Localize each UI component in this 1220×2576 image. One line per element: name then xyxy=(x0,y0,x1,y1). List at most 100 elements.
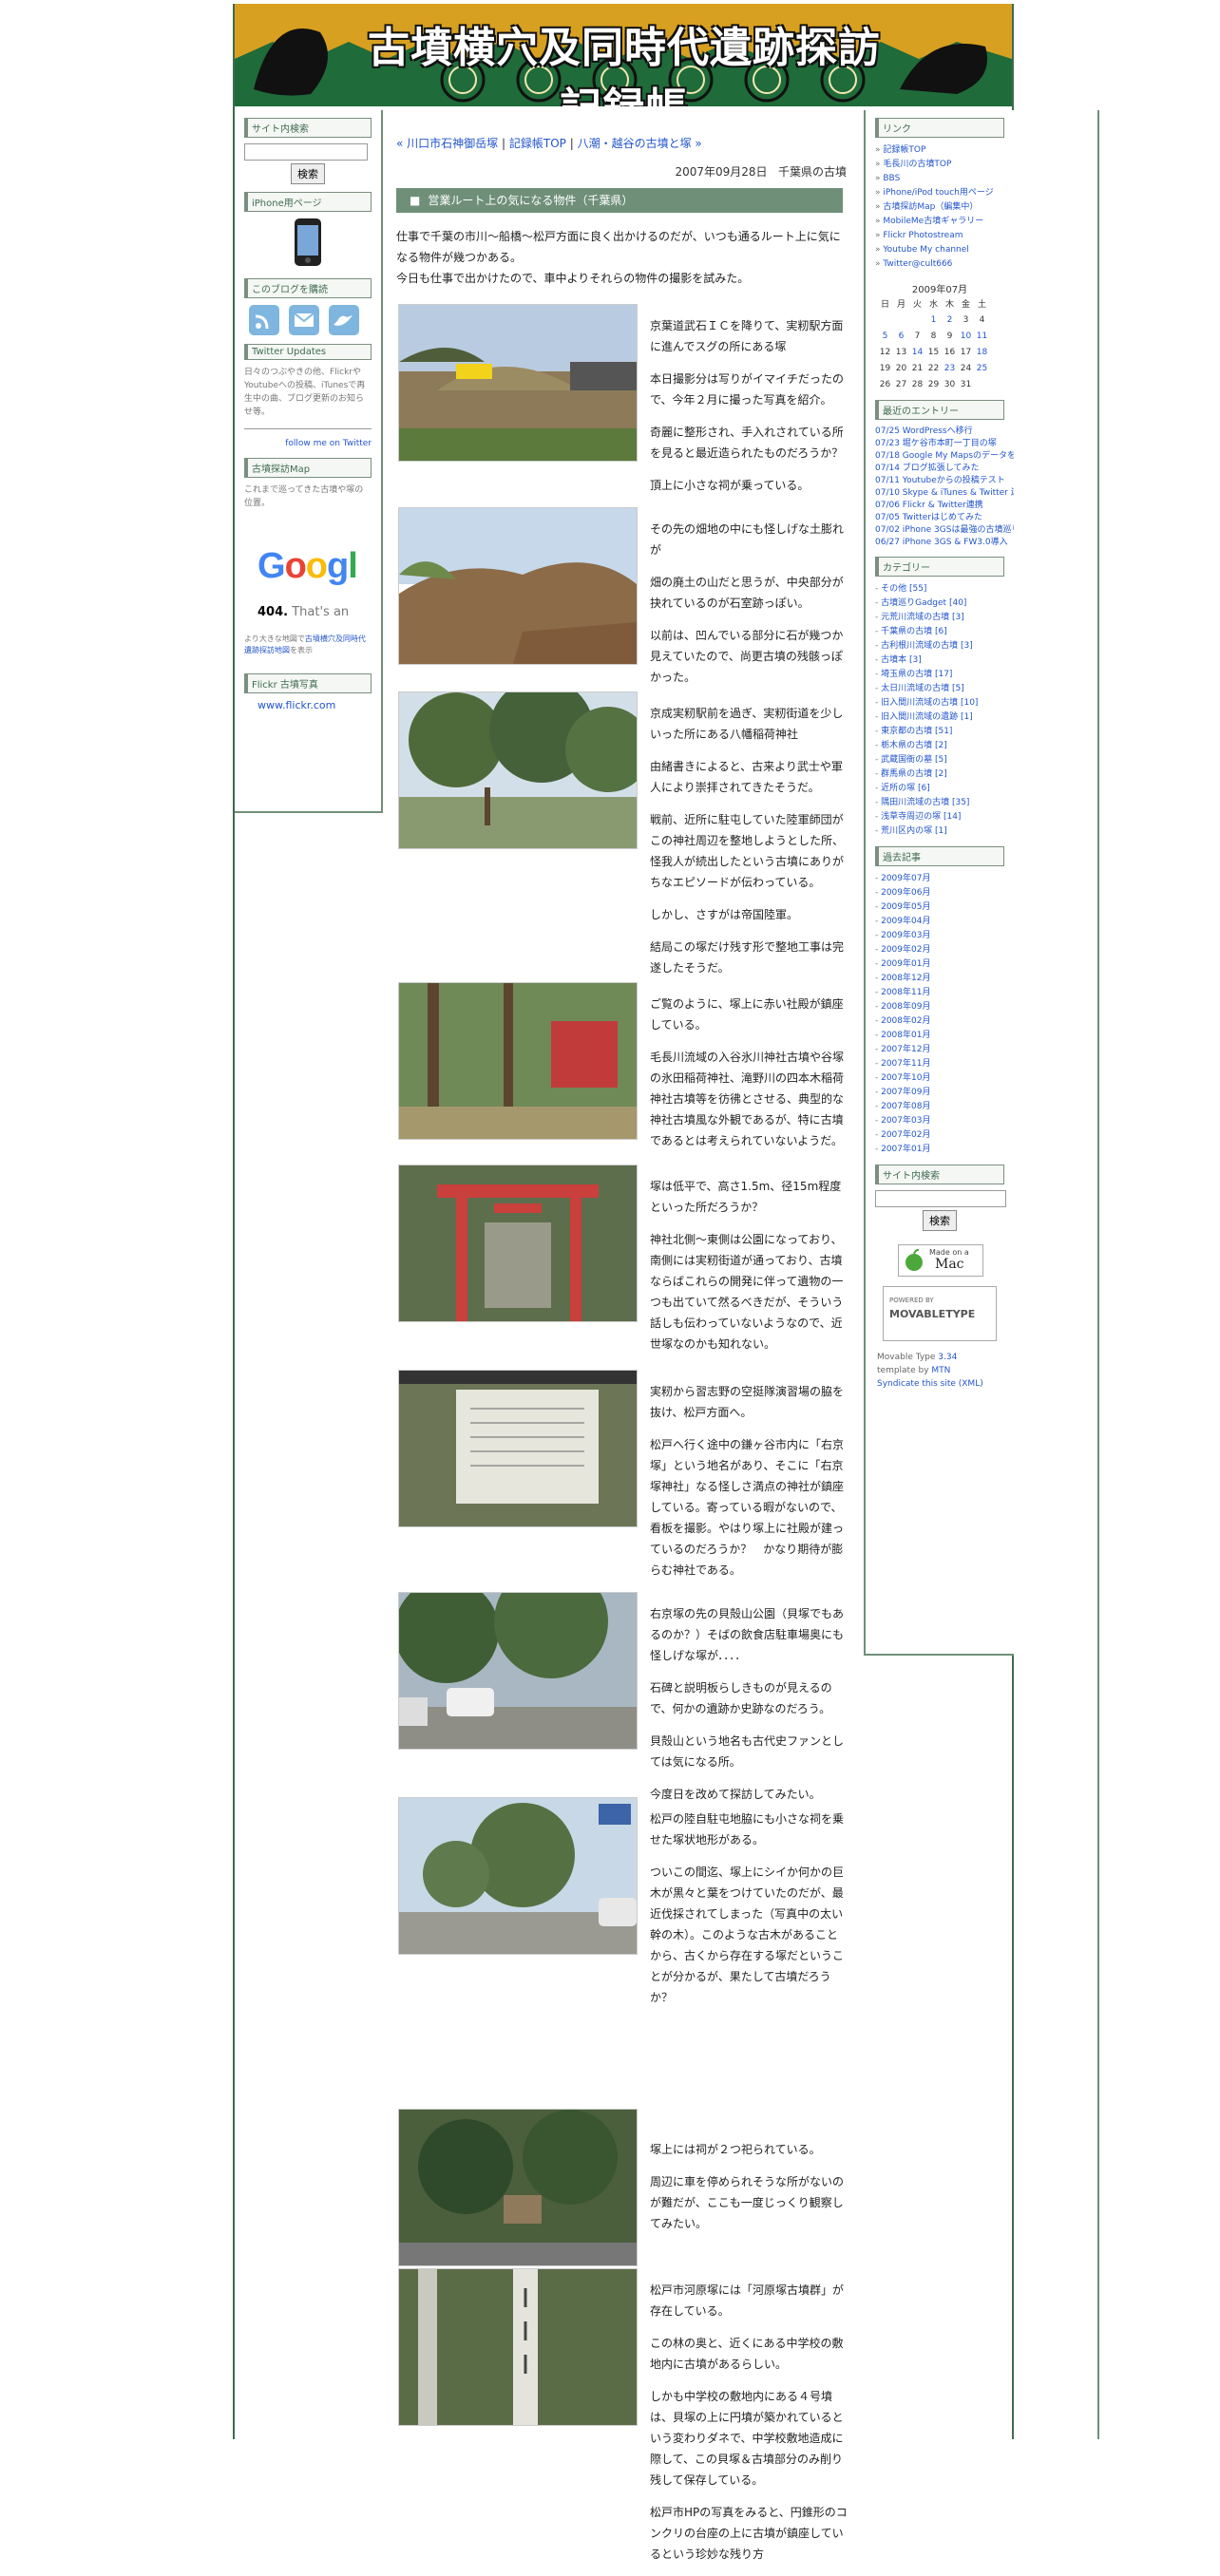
archive-link[interactable]: - 2008年12月 xyxy=(875,972,1014,986)
calendar-day[interactable]: 18 xyxy=(974,344,990,360)
recent-entry-link[interactable]: 07/25 WordPressへ移行 xyxy=(875,426,1014,438)
sidebar-link[interactable]: » Youtube My channel xyxy=(875,243,1014,257)
next-entry-link[interactable]: 八潮・越谷の古墳と塚 » xyxy=(578,137,702,150)
category-link[interactable]: - 旧入間川流域の遺跡 [1] xyxy=(875,710,1014,725)
calendar-day[interactable]: 10 xyxy=(958,328,974,344)
calendar-day[interactable]: 5 xyxy=(877,328,893,344)
category-link[interactable]: - その他 [55] xyxy=(875,582,1014,597)
category-link[interactable]: - 元荒川流域の古墳 [3] xyxy=(875,611,1014,625)
photo-red-shrine[interactable] xyxy=(398,982,638,1140)
archive-link[interactable]: - 2007年09月 xyxy=(875,1086,1014,1100)
photo-torii-gates[interactable] xyxy=(398,1165,638,1322)
left-search-button[interactable]: 検索 xyxy=(291,163,325,184)
movable-type-badge[interactable]: POWERED BY MOVABLETYPE xyxy=(883,1286,997,1341)
sidebar-link[interactable]: » MobileMe古墳ギャラリー xyxy=(875,215,1014,229)
recent-entry-link[interactable]: 07/23 堀ケ谷市本町一丁目の塚 xyxy=(875,438,1014,450)
category-link[interactable]: - 千葉県の古墳 [6] xyxy=(875,625,1014,639)
flickr-badge-link[interactable]: www.flickr.com xyxy=(257,699,381,711)
photo-soil-heap[interactable] xyxy=(398,507,638,665)
archive-link[interactable]: - 2008年01月 xyxy=(875,1029,1014,1043)
calendar-day[interactable]: 2 xyxy=(942,312,958,328)
archive-link[interactable]: - 2007年03月 xyxy=(875,1114,1014,1128)
archive-link[interactable]: - 2009年06月 xyxy=(875,886,1014,900)
blog-top-link[interactable]: 記録帳TOP xyxy=(509,137,566,150)
category-link[interactable]: - 太日川流域の古墳 [5] xyxy=(875,682,1014,696)
sidebar-link[interactable]: » BBS xyxy=(875,172,1014,186)
twitter-follow-link[interactable]: follow me on Twitter xyxy=(235,437,372,450)
category-link[interactable]: - 荒川区内の塚 [1] xyxy=(875,824,1014,839)
right-search-input[interactable] xyxy=(875,1190,1006,1207)
recent-entry-link[interactable]: 07/06 Flickr & Twitter連携 xyxy=(875,500,1014,512)
photo-kawarazuka-sign[interactable] xyxy=(398,2268,638,2426)
banner-title[interactable]: 古墳横穴及同時代遺跡探訪記録帳 xyxy=(368,13,881,106)
twitter-bird-icon[interactable] xyxy=(328,304,360,336)
mtn-link[interactable]: MTN xyxy=(931,1366,950,1375)
recent-entry-link[interactable]: 07/14 ブログ拡張してみた xyxy=(875,463,1014,475)
made-on-mac-badge[interactable]: Made on a Mac xyxy=(898,1244,983,1277)
calendar-day[interactable]: 25 xyxy=(974,360,990,376)
archive-link[interactable]: - 2009年04月 xyxy=(875,915,1014,929)
archive-link[interactable]: - 2007年02月 xyxy=(875,1128,1014,1143)
photo-jsdf-mound[interactable] xyxy=(398,1797,638,1955)
sidebar-link[interactable]: » Twitter@cult666 xyxy=(875,257,1014,272)
recent-entry-link[interactable]: 07/02 iPhone 3GSは最強の古墳巡りガジェットかも xyxy=(875,524,1014,537)
category-link[interactable]: - 古利根川流域の古墳 [3] xyxy=(875,639,1014,653)
archive-link[interactable]: - 2009年07月 xyxy=(875,872,1014,886)
category-link[interactable]: - 隅田川流域の古墳 [35] xyxy=(875,796,1014,810)
category-link[interactable]: - 浅草寺周辺の塚 [14] xyxy=(875,810,1014,824)
archive-link[interactable]: - 2009年03月 xyxy=(875,929,1014,943)
map-embed[interactable]: Googl 404. That's an xyxy=(244,527,372,632)
photo-parking-mound[interactable] xyxy=(398,1592,638,1750)
sidebar-link[interactable]: » iPhone/iPod touch用ページ xyxy=(875,186,1014,200)
photo-signboard[interactable] xyxy=(398,1370,638,1527)
archive-link[interactable]: - 2009年05月 xyxy=(875,900,1014,915)
recent-entry-link[interactable]: 06/27 iPhone 3GS & FW3.0導入 xyxy=(875,537,1014,549)
recent-entry-link[interactable]: 07/11 Youtubeからの投稿テスト xyxy=(875,475,1014,487)
category-link[interactable]: - 群馬県の古墳 [2] xyxy=(875,767,1014,782)
photo-mound-field[interactable] xyxy=(398,304,638,462)
category-link[interactable]: - 埼玉県の古墳 [17] xyxy=(875,668,1014,682)
right-search-button[interactable]: 検索 xyxy=(923,1210,957,1231)
archive-link[interactable]: - 2007年11月 xyxy=(875,1057,1014,1071)
sidebar-link[interactable]: » Flickr Photostream xyxy=(875,229,1014,243)
archive-link[interactable]: - 2007年08月 xyxy=(875,1100,1014,1114)
mt-version-link[interactable]: 3.34 xyxy=(938,1353,957,1362)
category-link[interactable]: - 近所の塚 [6] xyxy=(875,782,1014,796)
archive-link[interactable]: - 2007年10月 xyxy=(875,1071,1014,1086)
calendar-day[interactable]: 14 xyxy=(909,344,925,360)
category-link[interactable]: - 古墳巡りGadget [40] xyxy=(875,597,1014,611)
rss-icon[interactable] xyxy=(248,304,280,336)
category-link[interactable]: - 武蔵国衙の墓 [5] xyxy=(875,753,1014,767)
prev-entry-link[interactable]: « 川口市石神御岳塚 xyxy=(396,137,498,150)
calendar-day[interactable]: 1 xyxy=(925,312,942,328)
entry-category[interactable]: 千葉県の古墳 xyxy=(778,165,847,179)
calendar-day[interactable]: 6 xyxy=(893,328,909,344)
syndicate-link[interactable]: Syndicate this site (XML) xyxy=(877,1377,1014,1391)
archive-link[interactable]: - 2007年01月 xyxy=(875,1143,1014,1157)
category-link[interactable]: - 古墳本 [3] xyxy=(875,653,1014,668)
photo-hachiman-inari[interactable] xyxy=(398,691,638,849)
iphone-icon[interactable] xyxy=(294,218,322,267)
archive-link[interactable]: - 2009年01月 xyxy=(875,957,1014,972)
sidebar-link[interactable]: » 古墳探訪Map（編集中） xyxy=(875,200,1014,215)
archive-link[interactable]: - 2008年11月 xyxy=(875,986,1014,1000)
category-link[interactable]: - 旧入間川流域の古墳 [10] xyxy=(875,696,1014,710)
calendar-weekday: 日 xyxy=(880,300,889,310)
photo-twin-shrines[interactable] xyxy=(398,2109,638,2266)
archive-link[interactable]: - 2009年02月 xyxy=(875,943,1014,957)
left-search-input[interactable] xyxy=(244,143,368,161)
recent-entry-link[interactable]: 07/10 Skype & iTunes & Twitter 連携 xyxy=(875,487,1014,500)
recent-entry-link[interactable]: 07/18 Google My Mapsのデータを iPhoneのマップで表示す… xyxy=(875,450,1014,463)
site-banner[interactable]: 古墳横穴及同時代遺跡探訪記録帳 xyxy=(235,4,1012,106)
sidebar-link[interactable]: » 毛長川の古墳TOP xyxy=(875,158,1014,172)
archive-link[interactable]: - 2007年12月 xyxy=(875,1043,1014,1057)
calendar-day[interactable]: 11 xyxy=(974,328,990,344)
category-link[interactable]: - 栃木県の古墳 [2] xyxy=(875,739,1014,753)
email-icon[interactable] xyxy=(288,304,320,336)
calendar-day[interactable]: 23 xyxy=(942,360,958,376)
category-link[interactable]: - 東京都の古墳 [51] xyxy=(875,725,1014,739)
archive-link[interactable]: - 2008年09月 xyxy=(875,1000,1014,1014)
sidebar-link[interactable]: » 記録帳TOP xyxy=(875,143,1014,158)
recent-entry-link[interactable]: 07/05 Twitterはじめてみた xyxy=(875,512,1014,524)
archive-link[interactable]: - 2008年02月 xyxy=(875,1014,1014,1029)
